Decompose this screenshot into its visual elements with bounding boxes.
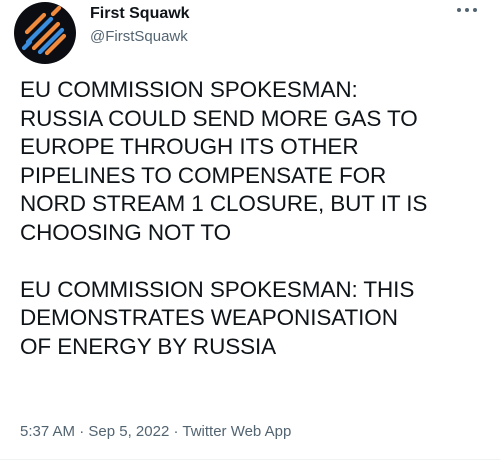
tweet-metadata: 5:37 AM · Sep 5, 2022 · Twitter Web App <box>20 422 291 442</box>
meta-separator: · <box>169 423 183 440</box>
tweet-card: First Squawk @FirstSquawk EU COMMISSION … <box>0 0 500 460</box>
meta-separator: · <box>75 423 89 440</box>
first-squawk-logo-icon <box>21 5 67 56</box>
avatar[interactable] <box>14 2 76 64</box>
tweet-time-link[interactable]: 5:37 AM <box>20 423 75 440</box>
tweet-text: EU COMMISSION SPOKESMAN: RUSSIA COULD SE… <box>20 76 490 361</box>
author-info: First Squawk @FirstSquawk <box>90 4 190 47</box>
tweet-paragraph-1: EU COMMISSION SPOKESMAN: RUSSIA COULD SE… <box>20 77 428 245</box>
user-handle[interactable]: @FirstSquawk <box>90 27 190 47</box>
tweet-date-link[interactable]: Sep 5, 2022 <box>88 423 169 440</box>
more-dots-icon <box>457 8 477 12</box>
tweet-source-link[interactable]: Twitter Web App <box>182 423 291 440</box>
tweet-paragraph-2: EU COMMISSION SPOKESMAN: THIS DEMONSTRAT… <box>20 276 415 359</box>
display-name[interactable]: First Squawk <box>90 4 190 24</box>
more-options-button[interactable] <box>454 2 480 18</box>
